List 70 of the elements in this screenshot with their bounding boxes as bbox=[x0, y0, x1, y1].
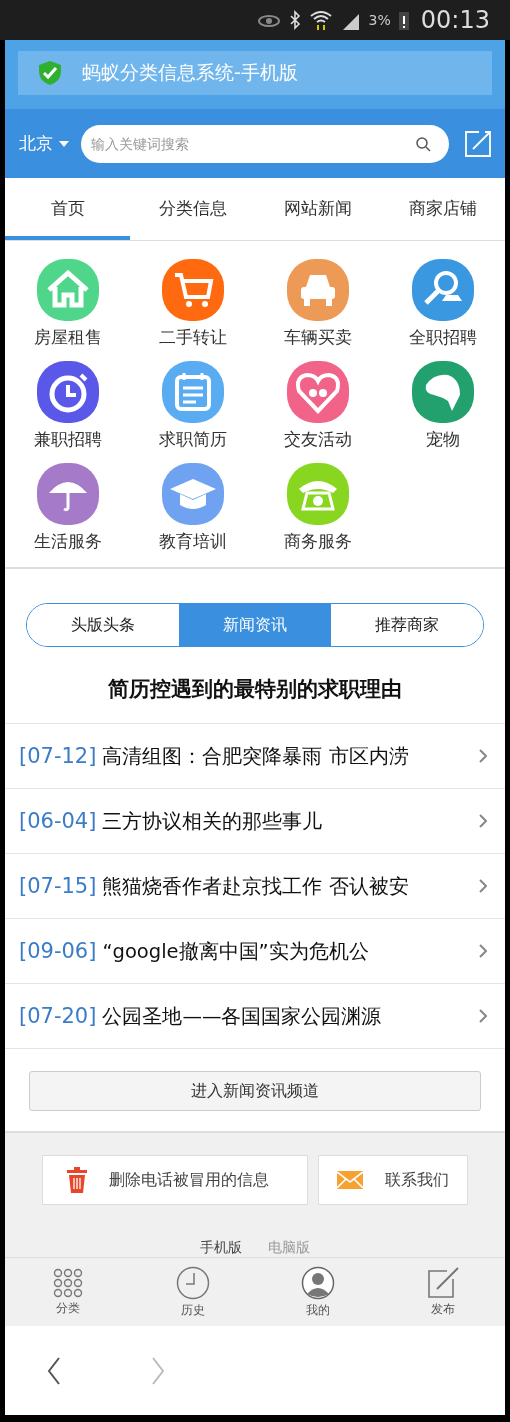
news-title[interactable]: 高清组图：合肥突降暴雨 市区内涝 bbox=[102, 742, 473, 770]
search-icon bbox=[415, 135, 431, 152]
category-label[interactable]: 教育培训 bbox=[158, 530, 227, 553]
category-label[interactable]: 房屋租售 bbox=[33, 326, 102, 349]
chevron-right-icon bbox=[479, 1009, 487, 1023]
house-icon[interactable] bbox=[36, 259, 99, 321]
version-link[interactable]: 手机版 bbox=[200, 1237, 242, 1257]
car-icon[interactable] bbox=[286, 259, 349, 321]
category-label[interactable]: 求职简历 bbox=[158, 428, 227, 451]
news-title[interactable]: 公园圣地——各国国家公园渊源 bbox=[102, 1002, 473, 1030]
stopwatch-icon[interactable] bbox=[36, 361, 99, 423]
calendar-icon[interactable] bbox=[161, 361, 224, 423]
magnifier-icon[interactable] bbox=[411, 259, 474, 321]
user-icon bbox=[300, 1265, 335, 1300]
news-date: [06-04] bbox=[19, 809, 97, 833]
shield-check-icon bbox=[38, 60, 62, 86]
bottom-nav-item[interactable]: 发布 bbox=[380, 1258, 505, 1326]
news-title[interactable]: “google撤离中国”实为危机公 bbox=[102, 937, 473, 965]
back-icon[interactable] bbox=[47, 1356, 61, 1385]
caret-icon bbox=[59, 140, 69, 147]
chevron-right-icon bbox=[479, 749, 487, 763]
news-channel-button[interactable]: 进入新闻资讯频道 bbox=[29, 1071, 481, 1111]
bottom-nav-item[interactable]: 我的 bbox=[255, 1258, 380, 1326]
news-title[interactable]: 熊猫烧香作者赴京找工作 否认被安 bbox=[102, 872, 473, 900]
graduation-cap-icon[interactable] bbox=[161, 463, 224, 525]
nav-label: 我的 bbox=[305, 1301, 330, 1319]
category-label[interactable]: 二手转让 bbox=[158, 326, 227, 349]
forward-icon[interactable] bbox=[151, 1356, 165, 1385]
chevron-right-icon bbox=[479, 944, 487, 958]
headline[interactable]: 简历控遇到的最特别的求职理由 bbox=[5, 647, 505, 724]
wifi-icon bbox=[308, 9, 333, 31]
nav-label: 历史 bbox=[180, 1301, 205, 1319]
category-label[interactable]: 全职招聘 bbox=[408, 326, 477, 349]
site-title: 蚂蚁分类信息系统-手机版 bbox=[82, 60, 298, 85]
category-label[interactable]: 商务服务 bbox=[283, 530, 352, 553]
button-label: 联系我们 bbox=[385, 1169, 449, 1191]
envelope-icon bbox=[337, 1171, 363, 1189]
umbrella-icon[interactable] bbox=[36, 463, 99, 525]
delete-info-button[interactable]: 删除电话被冒用的信息 bbox=[42, 1155, 308, 1205]
chevron-right-icon bbox=[479, 814, 487, 828]
trash-icon bbox=[67, 1167, 87, 1193]
cart-icon[interactable] bbox=[161, 259, 224, 321]
telephone-icon[interactable] bbox=[286, 463, 349, 525]
dots-grid-icon bbox=[52, 1267, 83, 1298]
battery-level: 3% bbox=[368, 12, 391, 28]
bluetooth-icon bbox=[288, 10, 301, 30]
news-title[interactable]: 三方协议相关的那些事儿 bbox=[102, 807, 473, 835]
news-date: [07-20] bbox=[19, 1004, 97, 1028]
category-label[interactable]: 兼职招聘 bbox=[33, 428, 102, 451]
bottom-nav-item[interactable]: 分类 bbox=[5, 1258, 130, 1326]
contact-button[interactable]: 联系我们 bbox=[318, 1155, 468, 1205]
clock-icon bbox=[175, 1265, 210, 1300]
battery-icon bbox=[398, 10, 409, 30]
news-date: [07-12] bbox=[19, 744, 97, 768]
category-label[interactable]: 宠物 bbox=[425, 428, 460, 451]
bottom-nav-item[interactable]: 历史 bbox=[130, 1258, 255, 1326]
search-field[interactable]: 输入关键词搜索 bbox=[81, 124, 449, 163]
button-label: 删除电话被冒用的信息 bbox=[109, 1169, 269, 1191]
chevron-right-icon bbox=[479, 879, 487, 893]
eye-icon bbox=[256, 12, 281, 28]
clock-time: 00:13 bbox=[420, 6, 490, 34]
nav-label: 分类 bbox=[55, 1299, 80, 1317]
edit-icon bbox=[426, 1266, 459, 1299]
category-label[interactable]: 车辆买卖 bbox=[283, 326, 352, 349]
category-label[interactable]: 交友活动 bbox=[283, 428, 352, 451]
news-date: [07-15] bbox=[19, 874, 97, 898]
nav-label: 发布 bbox=[430, 1300, 455, 1318]
category-label[interactable]: 生活服务 bbox=[33, 530, 102, 553]
edit-icon[interactable] bbox=[465, 130, 491, 157]
news-date: [09-06] bbox=[19, 939, 97, 963]
